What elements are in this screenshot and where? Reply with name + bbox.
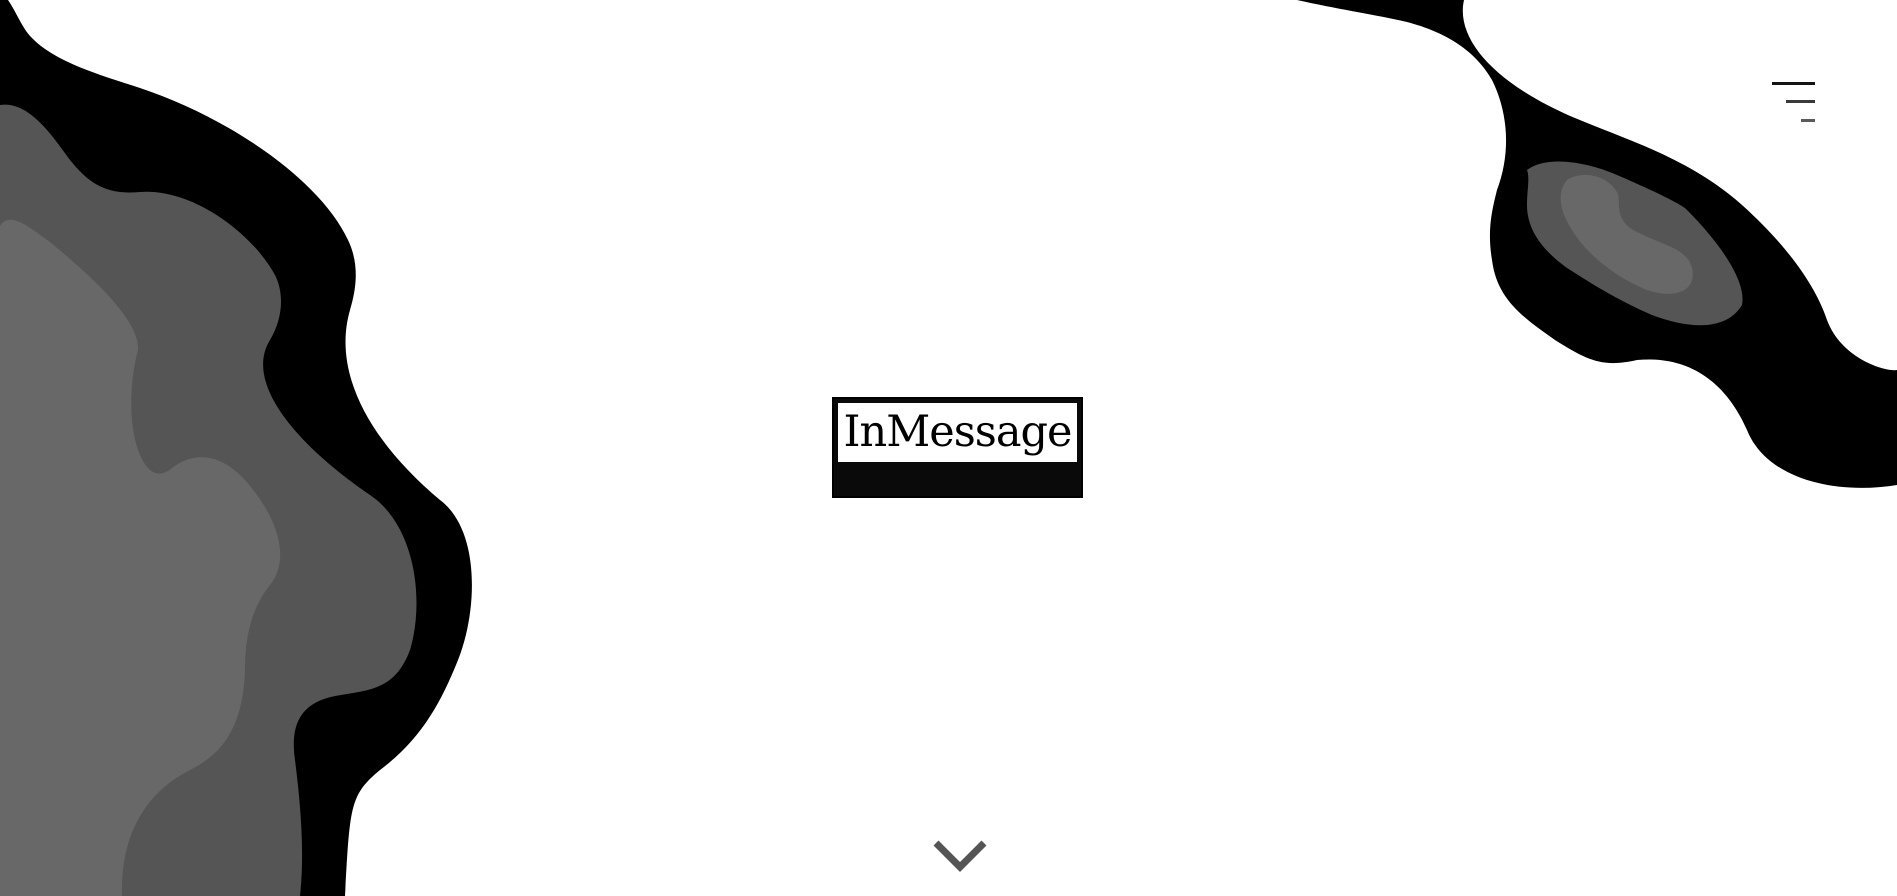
- menu-line-top: [1772, 82, 1815, 85]
- decorative-blob-right: [1287, 0, 1897, 488]
- menu-button[interactable]: [1765, 78, 1815, 128]
- landing-page: InMessage: [0, 0, 1897, 896]
- chevron-down-icon: [933, 840, 987, 872]
- menu-line-middle: [1786, 100, 1815, 103]
- chevron-down-shape: [933, 840, 987, 872]
- brand-name: InMessage: [843, 407, 1073, 457]
- decorative-blob-left: [0, 0, 472, 896]
- scroll-down-button[interactable]: [932, 837, 988, 873]
- menu-line-bottom: [1801, 119, 1815, 122]
- brand-logo[interactable]: InMessage: [832, 397, 1083, 498]
- brand-logo-textbox: InMessage: [838, 403, 1077, 462]
